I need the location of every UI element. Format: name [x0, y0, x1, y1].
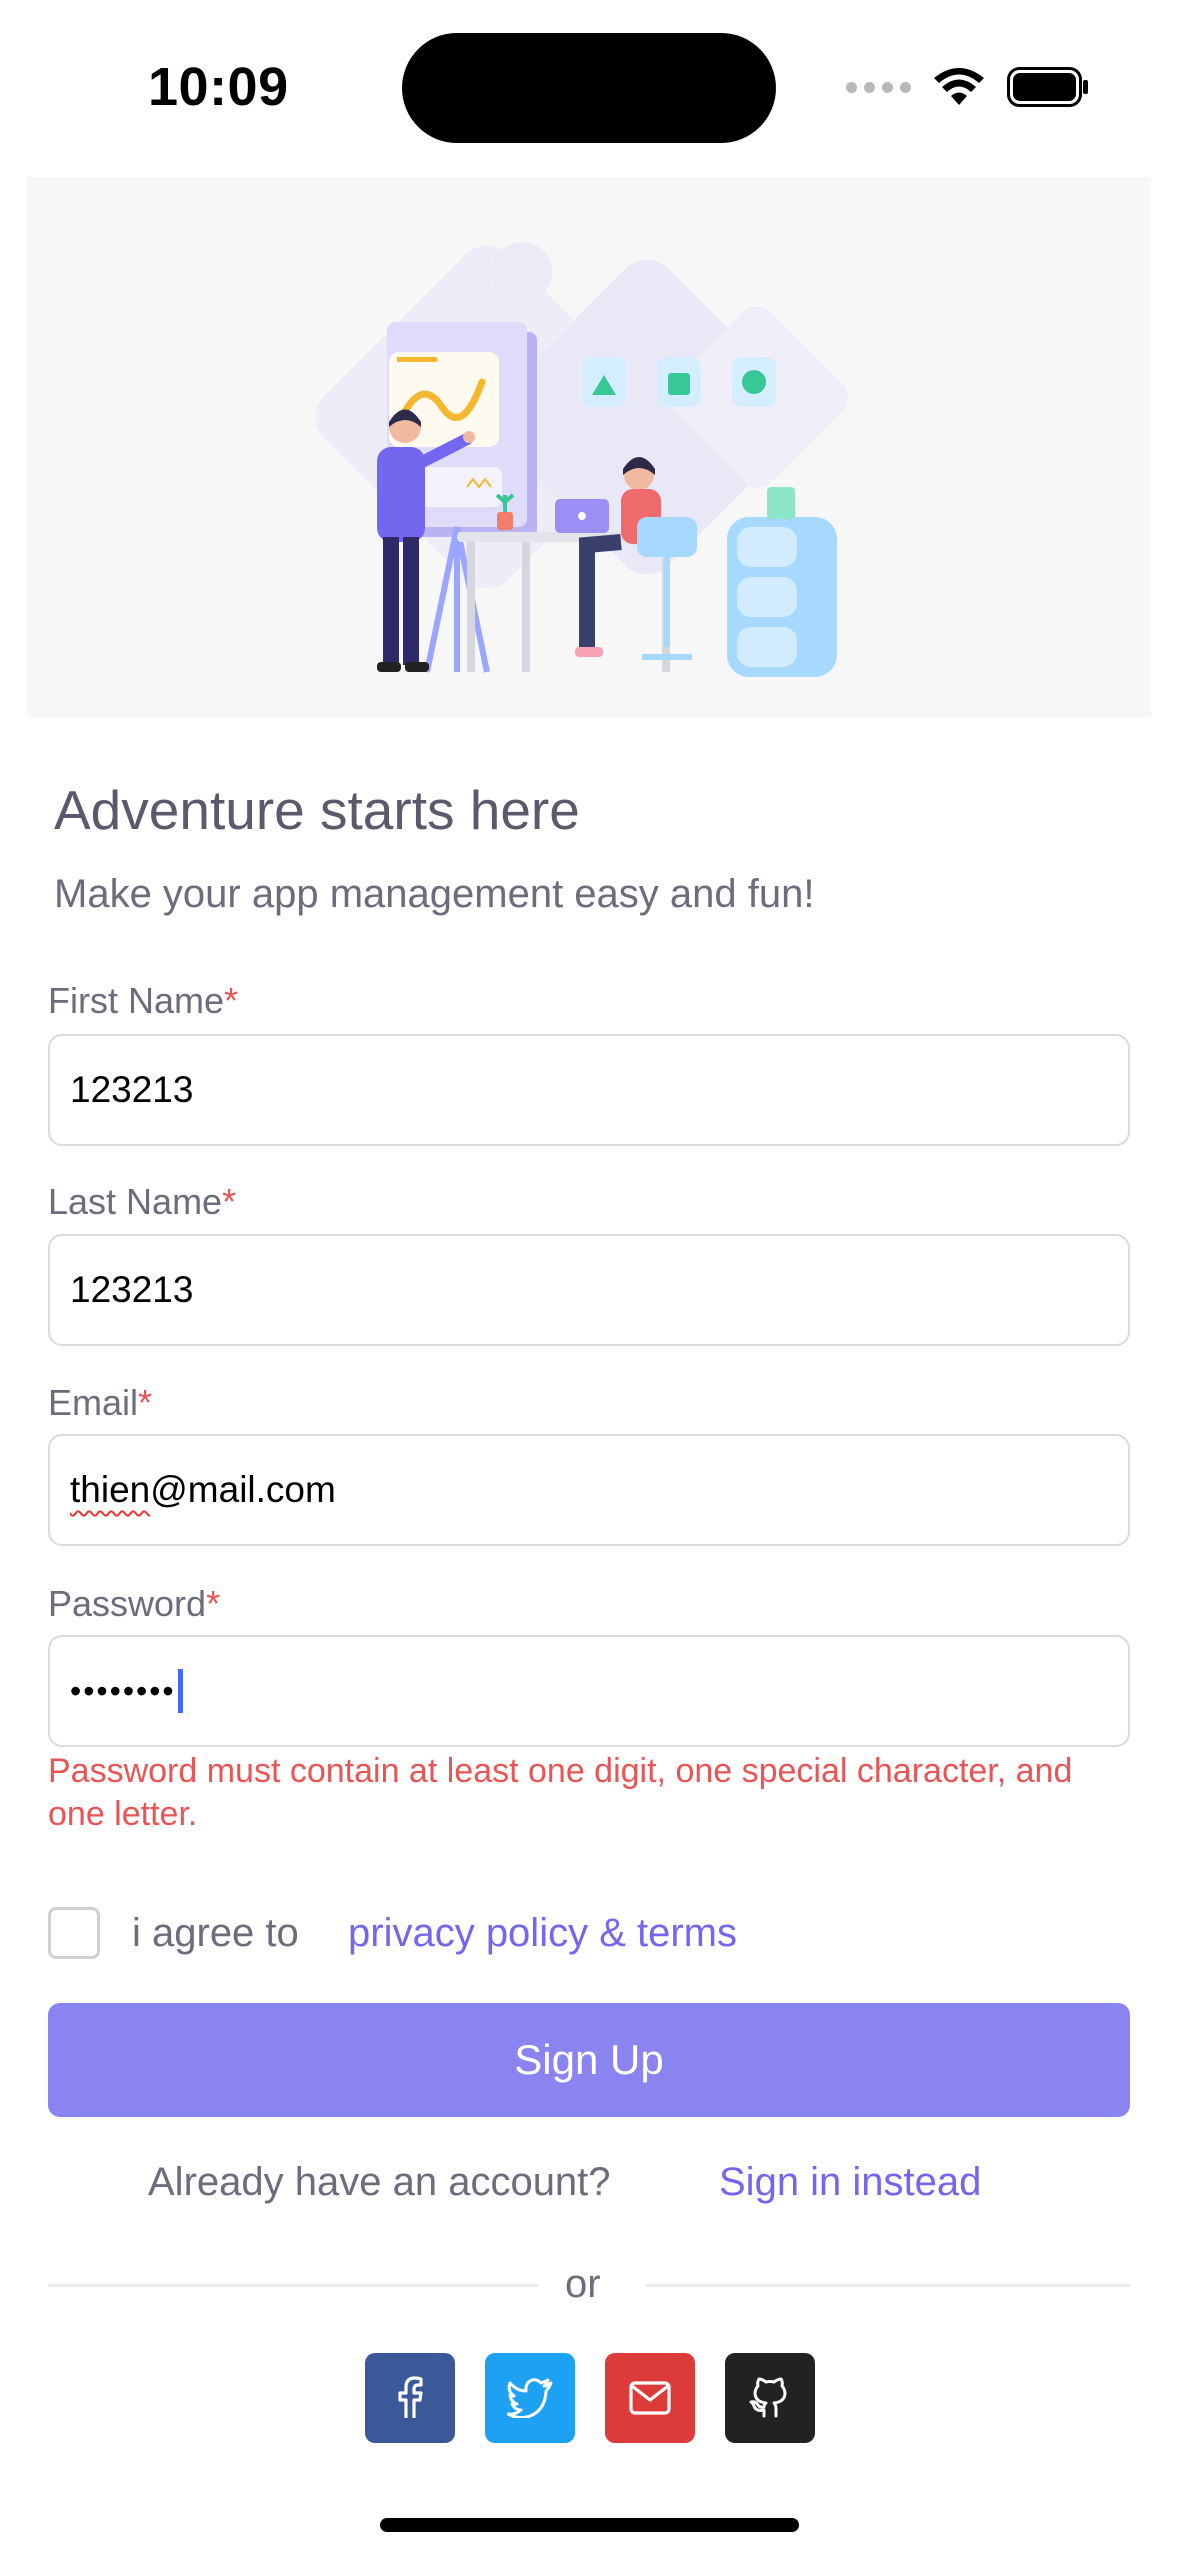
github-button[interactable] [725, 2353, 815, 2443]
cellular-signal-icon [846, 81, 911, 93]
first-name-field[interactable] [48, 1034, 1130, 1146]
home-indicator[interactable] [380, 2518, 799, 2532]
password-masked-value[interactable]: •••••••• [70, 1673, 176, 1710]
last-name-label: Last Name* [48, 1181, 237, 1222]
password-error-message: Password must contain at least one digit… [48, 1752, 1073, 1833]
mail-icon [629, 2381, 671, 2415]
sign-up-button[interactable]: Sign Up [48, 2003, 1130, 2117]
divider-or-text: or [565, 2262, 601, 2306]
required-mark: * [224, 980, 239, 1021]
twitter-button[interactable] [485, 2353, 575, 2443]
last-name-field[interactable] [48, 1234, 1130, 1346]
spellcheck-underline: thien [70, 1469, 151, 1510]
required-mark: * [206, 1583, 221, 1624]
mail-button[interactable] [605, 2353, 695, 2443]
wifi-icon [934, 68, 984, 105]
twitter-icon [507, 2378, 553, 2418]
github-icon [749, 2377, 787, 2418]
hero-illustration [27, 177, 1151, 717]
required-mark: * [138, 1382, 153, 1423]
privacy-policy-link[interactable]: privacy policy & terms [348, 1911, 737, 1956]
page-title: Adventure starts here [54, 779, 580, 841]
sign-up-label: Sign Up [514, 2036, 664, 2083]
email-field[interactable]: thien@mail.com [48, 1434, 1130, 1546]
first-name-input[interactable] [70, 1069, 1128, 1111]
last-name-input[interactable] [70, 1269, 1128, 1311]
status-time: 10:09 [148, 57, 289, 117]
agree-checkbox[interactable] [48, 1907, 100, 1959]
text-caret [177, 1669, 183, 1713]
battery-icon [1007, 67, 1088, 107]
agree-text: i agree to [132, 1911, 299, 1955]
facebook-icon [398, 2376, 423, 2418]
first-name-label: First Name* [48, 980, 239, 1021]
facebook-button[interactable] [365, 2353, 455, 2443]
required-mark: * [222, 1181, 237, 1222]
divider-left [48, 2284, 538, 2287]
divider-right [646, 2284, 1130, 2287]
email-value[interactable]: thien@mail.com [70, 1469, 336, 1511]
already-have-account-text: Already have an account? [148, 2160, 611, 2204]
page-subtitle: Make your app management easy and fun! [54, 872, 815, 916]
sign-in-link[interactable]: Sign in instead [719, 2160, 981, 2205]
password-field[interactable]: •••••••• [48, 1635, 1130, 1747]
password-label: Password* [48, 1583, 221, 1624]
email-label: Email* [48, 1382, 153, 1423]
dynamic-island [402, 33, 776, 143]
status-icons [846, 62, 1089, 112]
